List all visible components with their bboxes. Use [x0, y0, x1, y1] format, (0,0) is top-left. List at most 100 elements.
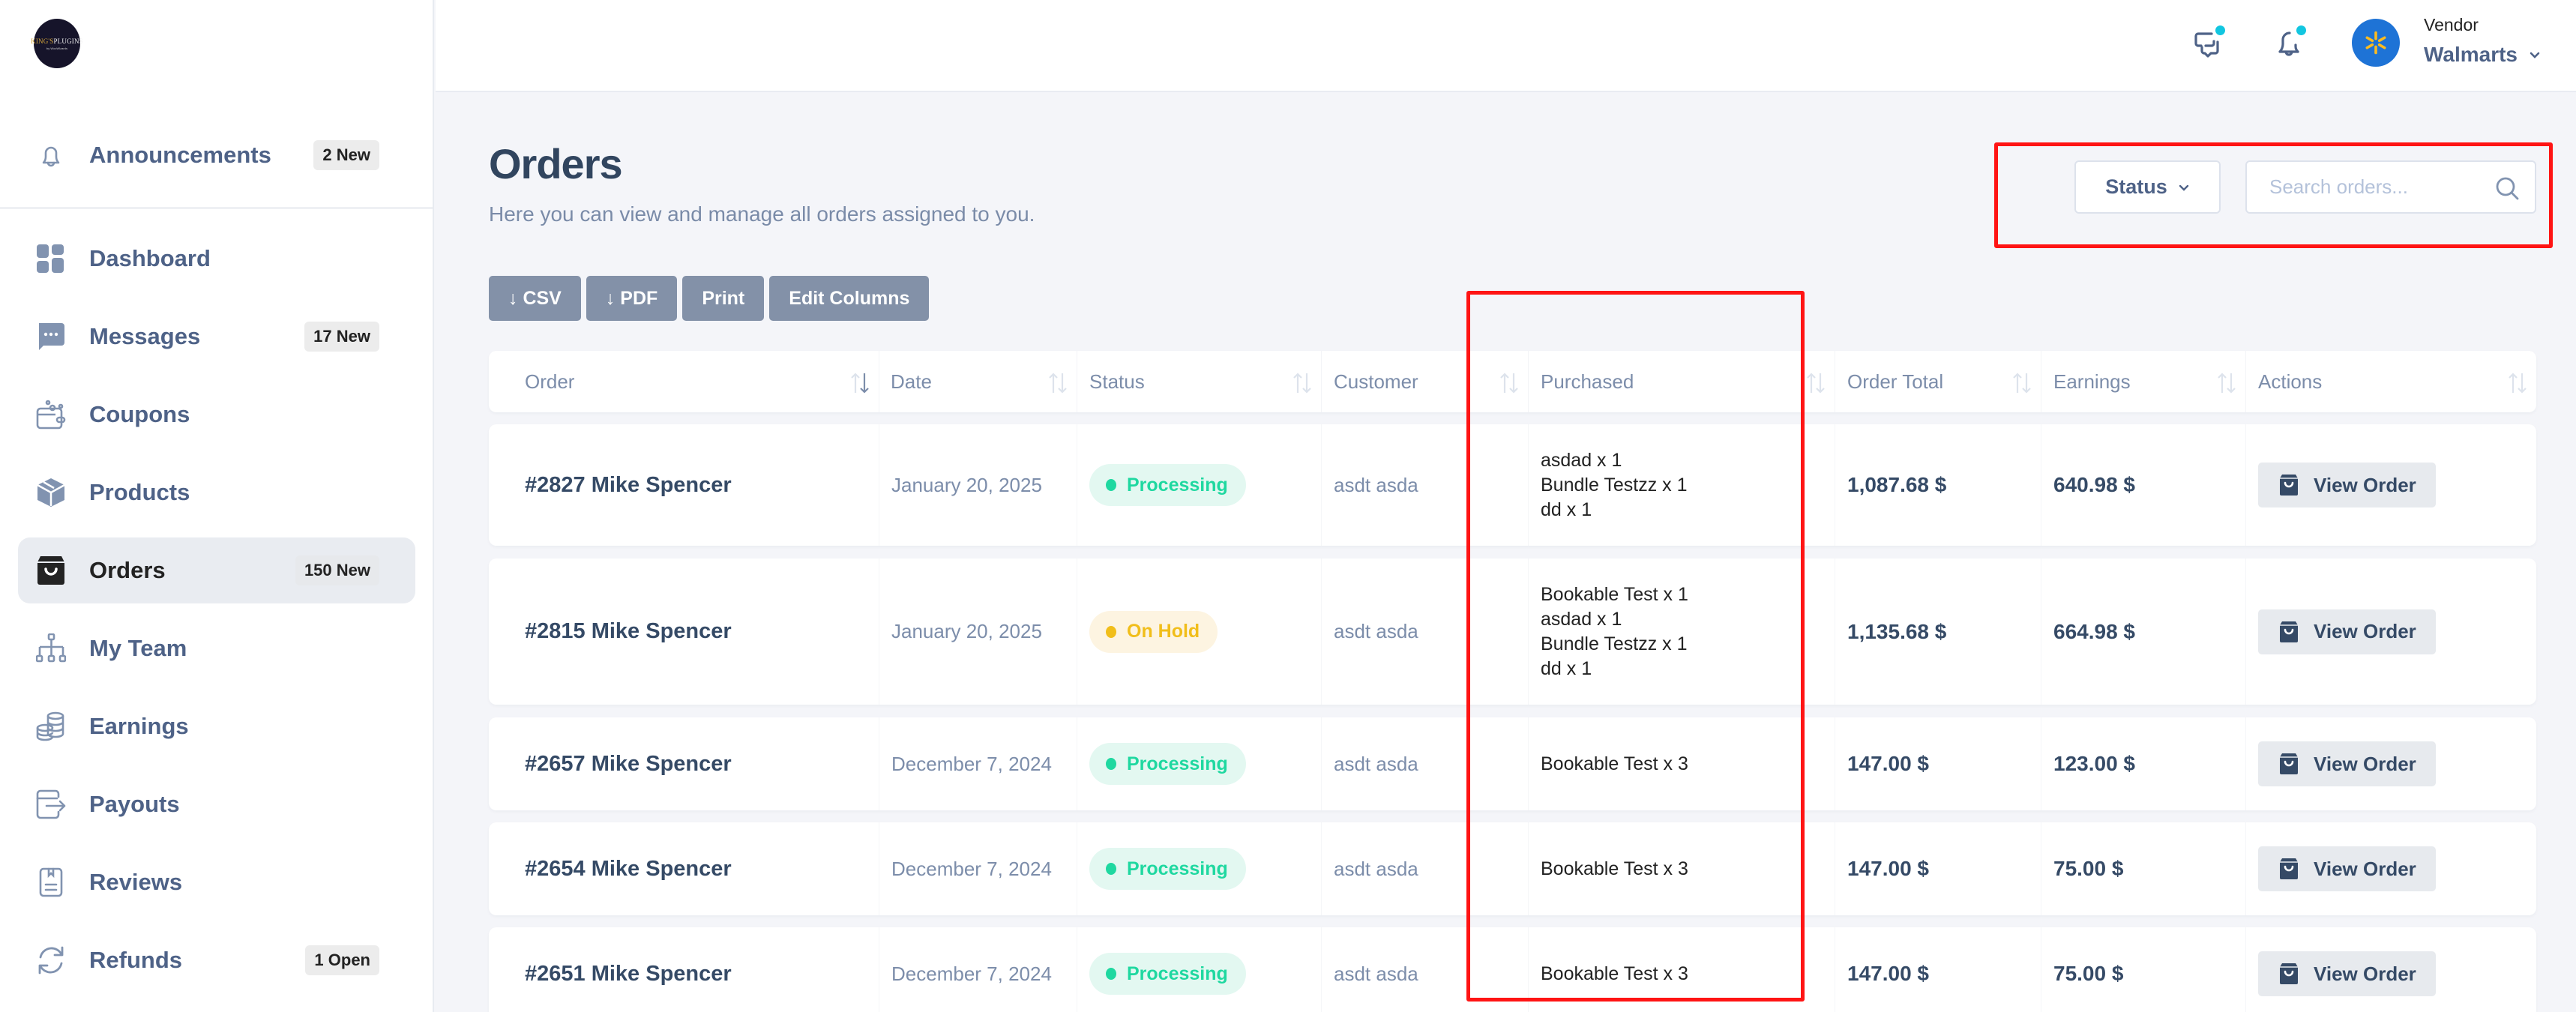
sidebar-item-dashboard[interactable]: Dashboard	[18, 226, 415, 292]
purchased-item: asdad x 1	[1541, 449, 1622, 471]
earnings-amount: 75.00 $	[2053, 857, 2124, 880]
export-csv-button[interactable]: ↓ CSV	[489, 276, 581, 321]
view-order-button[interactable]: View Order	[2258, 741, 2436, 786]
top-bar	[436, 0, 2576, 92]
sort-icon[interactable]	[2011, 370, 2033, 396]
dashboard-icon	[36, 244, 66, 274]
cell-order-total: 147.00 $	[1835, 717, 2041, 810]
customer-name: asdt asda	[1334, 857, 1418, 880]
order-date: December 7, 2024	[891, 857, 1052, 880]
avatar[interactable]	[2352, 19, 2400, 67]
sidebar-item-payouts[interactable]: Payouts	[18, 771, 415, 837]
sort-icon[interactable]	[1805, 370, 1827, 396]
order-id-customer[interactable]: #2657 Mike Spencer	[525, 752, 732, 777]
sort-icon[interactable]	[2506, 370, 2529, 396]
status-filter-dropdown[interactable]: Status	[2074, 160, 2221, 214]
unread-dot	[2215, 25, 2225, 35]
table-row[interactable]: #2651 Mike Spencer December 7, 2024 Proc…	[489, 927, 2536, 1012]
nav-label: Announcements	[89, 142, 271, 168]
order-id-customer[interactable]: #2827 Mike Spencer	[525, 473, 732, 498]
sidebar: KING'SPLUGINS by WooWizards Announcement…	[0, 0, 434, 1012]
table-row[interactable]: #2657 Mike Spencer December 7, 2024 Proc…	[489, 717, 2536, 810]
purchased-item: Bookable Test x 3	[1541, 858, 1688, 879]
column-header-customer[interactable]: Customer	[1321, 351, 1528, 412]
column-label: Order	[525, 370, 575, 393]
purchased-item: Bookable Test x 3	[1541, 963, 1688, 984]
view-order-button[interactable]: View Order	[2258, 609, 2436, 654]
view-order-button[interactable]: View Order	[2258, 951, 2436, 996]
sort-icon[interactable]	[1498, 370, 1520, 396]
logo-text: KING'S	[31, 37, 54, 45]
earnings-amount: 123.00 $	[2053, 752, 2135, 775]
order-id-customer[interactable]: #2815 Mike Spencer	[525, 619, 732, 644]
edit-columns-button[interactable]: Edit Columns	[769, 276, 930, 321]
nav-badge: 1 Open	[305, 945, 379, 975]
table-row[interactable]: #2827 Mike Spencer January 20, 2025 Proc…	[489, 424, 2536, 546]
chat-icon	[36, 322, 66, 352]
status-text: Processing	[1127, 474, 1228, 496]
chevron-down-icon	[2179, 184, 2188, 191]
sidebar-item-my-team[interactable]: My Team	[18, 615, 415, 681]
purchased-items: Bookable Test x 3	[1541, 752, 1688, 777]
column-header-actions[interactable]: Actions	[2245, 351, 2536, 412]
sort-icon[interactable]	[849, 370, 871, 396]
purchased-item: Bookable Test x 3	[1541, 753, 1688, 774]
sidebar-item-announcements[interactable]: Announcements 2 New	[18, 122, 415, 188]
sidebar-item-orders[interactable]: Orders 150 New	[18, 537, 415, 603]
purchased-items: Bookable Test x 3	[1541, 857, 1688, 882]
sort-icon[interactable]	[1047, 370, 1069, 396]
order-id-customer[interactable]: #2651 Mike Spencer	[525, 962, 732, 987]
view-order-button[interactable]: View Order	[2258, 846, 2436, 891]
print-button[interactable]: Print	[682, 276, 765, 321]
cell-order-total: 1,135.68 $	[1835, 558, 2041, 705]
export-pdf-button[interactable]: ↓ PDF	[586, 276, 678, 321]
cell-earnings: 75.00 $	[2041, 927, 2245, 1012]
sidebar-item-earnings[interactable]: Earnings	[18, 693, 415, 759]
notifications-button[interactable]	[2272, 25, 2306, 61]
search-input[interactable]	[2269, 162, 2487, 212]
column-label: Customer	[1334, 370, 1418, 393]
nav-label: Earnings	[89, 713, 189, 739]
sidebar-item-messages[interactable]: Messages 17 New	[18, 304, 415, 370]
order-id-customer[interactable]: #2654 Mike Spencer	[525, 857, 732, 882]
user-role: Vendor	[2424, 15, 2479, 34]
column-header-status[interactable]: Status	[1077, 351, 1321, 412]
cell-purchased: Bookable Test x 3	[1528, 927, 1835, 1012]
nav-badge: 150 New	[295, 555, 379, 585]
status-badge: Processing	[1089, 953, 1246, 995]
column-header-date[interactable]: Date	[879, 351, 1077, 412]
cell-customer: asdt asda	[1321, 927, 1528, 1012]
sidebar-item-coupons[interactable]: Coupons	[18, 382, 415, 448]
team-hierarchy-icon	[36, 633, 66, 663]
column-label: Status	[1089, 370, 1145, 393]
cell-earnings: 123.00 $	[2041, 717, 2245, 810]
logo-tagline: by WooWizards	[46, 46, 67, 50]
column-header-earnings[interactable]: Earnings	[2041, 351, 2245, 412]
view-order-button[interactable]: View Order	[2258, 463, 2436, 507]
brand-logo[interactable]: KING'SPLUGINS by WooWizards	[31, 19, 83, 68]
search-icon[interactable]	[2494, 175, 2520, 201]
cell-order: #2815 Mike Spencer	[489, 558, 879, 705]
cell-earnings: 75.00 $	[2041, 822, 2245, 915]
column-header-order-total[interactable]: Order Total	[1835, 351, 2041, 412]
user-menu[interactable]: Walmarts	[2424, 43, 2542, 67]
table-row[interactable]: #2815 Mike Spencer January 20, 2025 On H…	[489, 558, 2536, 705]
sidebar-item-products[interactable]: Products	[18, 460, 415, 525]
order-date: December 7, 2024	[891, 962, 1052, 985]
messages-button[interactable]	[2191, 25, 2225, 61]
sidebar-item-reviews[interactable]: Reviews	[18, 849, 415, 915]
sort-icon[interactable]	[1291, 370, 1313, 396]
earnings-amount: 640.98 $	[2053, 473, 2135, 496]
table-row[interactable]: #2654 Mike Spencer December 7, 2024 Proc…	[489, 822, 2536, 915]
order-date: January 20, 2025	[891, 473, 1042, 496]
status-badge: Processing	[1089, 743, 1246, 785]
cell-order-total: 147.00 $	[1835, 822, 2041, 915]
sort-icon[interactable]	[2215, 370, 2238, 396]
column-header-order[interactable]: Order	[489, 351, 879, 412]
column-label: Earnings	[2053, 370, 2131, 393]
order-total: 1,135.68 $	[1847, 619, 1947, 643]
review-bookmark-icon	[36, 867, 66, 897]
view-order-label: View Order	[2314, 962, 2416, 985]
column-header-purchased[interactable]: Purchased	[1528, 351, 1835, 412]
sidebar-item-refunds[interactable]: Refunds 1 Open	[18, 927, 415, 993]
